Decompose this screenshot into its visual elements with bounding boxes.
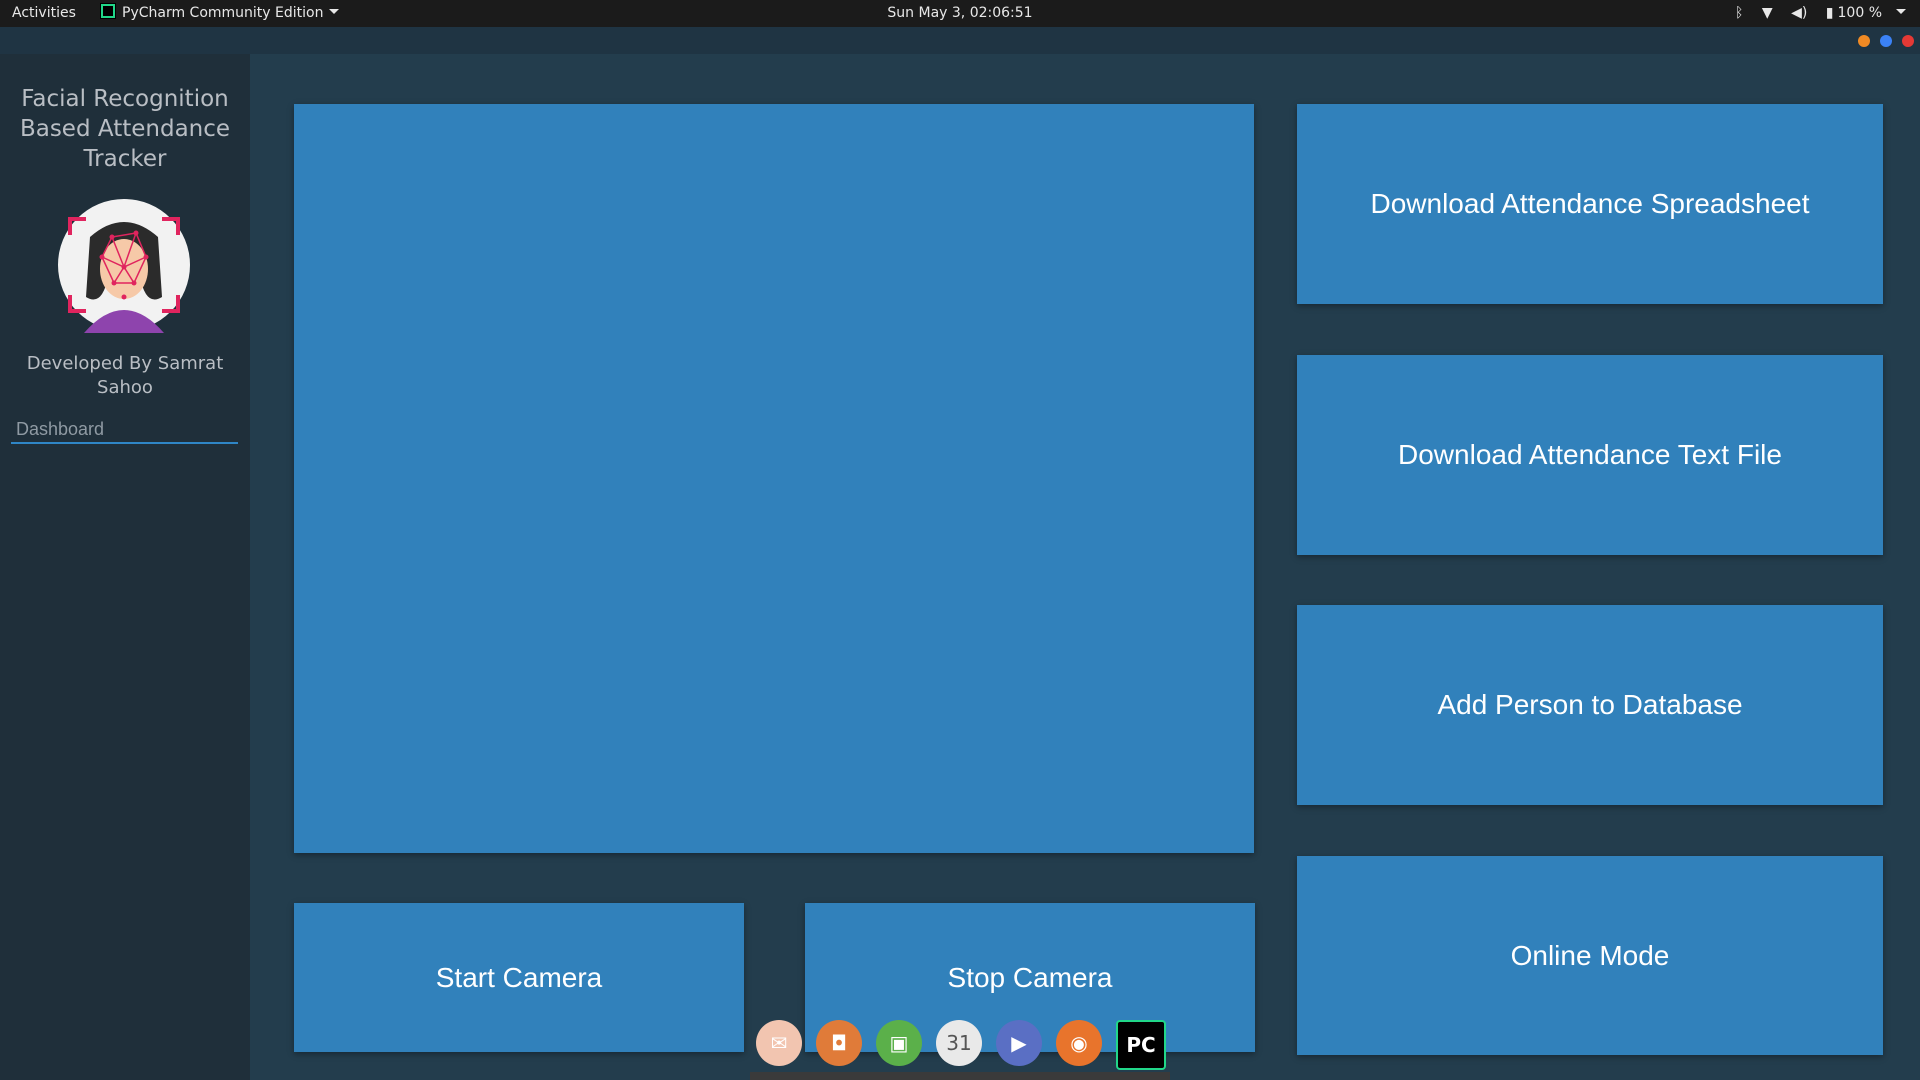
developer-credit: Developed By Samrat Sahoo [26,353,224,398]
start-camera-button[interactable]: Start Camera [294,903,744,1052]
speaker-icon[interactable]: ◘ [816,1020,862,1066]
battery-percent: 100 % [1837,5,1882,21]
online-mode-button[interactable]: Online Mode [1297,856,1883,1055]
camera-view [294,104,1254,853]
dock-bar [750,1072,1170,1080]
add-person-button[interactable]: Add Person to Database [1297,605,1883,805]
sidebar: Facial Recognition Based Attendance Trac… [0,54,250,1080]
window-title-strip [0,27,1920,54]
app-title: Facial Recognition Based Attendance Trac… [19,86,231,172]
close-button[interactable] [1902,35,1914,47]
calendar-icon[interactable]: 31 [936,1020,982,1066]
minimize-button[interactable] [1858,35,1870,47]
battery-icon[interactable]: ▮ [1826,5,1834,21]
maximize-button[interactable] [1880,35,1892,47]
firefox-icon[interactable]: ◉ [1056,1020,1102,1066]
volume-icon[interactable]: ◀) [1791,5,1807,21]
bluetooth-icon[interactable]: ᛒ [1735,5,1743,21]
image-viewer-icon[interactable]: ▣ [876,1020,922,1066]
sidebar-item-dashboard[interactable]: Dashboard [11,414,238,444]
system-tray[interactable]: ᛒ ▼ ◀) ▮ 100 % [1721,0,1906,27]
system-top-bar: Activities PyCharm Community Edition Sun… [0,0,1920,27]
dock: ✉ ◘ ▣ 31 ▶ ◉ PC [750,1016,1170,1080]
download-spreadsheet-button[interactable]: Download Attendance Spreadsheet [1297,104,1883,304]
clock[interactable]: Sun May 3, 02:06:51 [0,0,1920,27]
download-text-file-button[interactable]: Download Attendance Text File [1297,355,1883,555]
wifi-icon[interactable]: ▼ [1762,5,1773,21]
face-recognition-logo-icon [58,199,190,333]
pycharm-icon[interactable]: PC [1116,1020,1166,1070]
chevron-down-icon[interactable] [1896,9,1906,14]
mail-icon[interactable]: ✉ [756,1020,802,1066]
video-player-icon[interactable]: ▶ [996,1020,1042,1066]
